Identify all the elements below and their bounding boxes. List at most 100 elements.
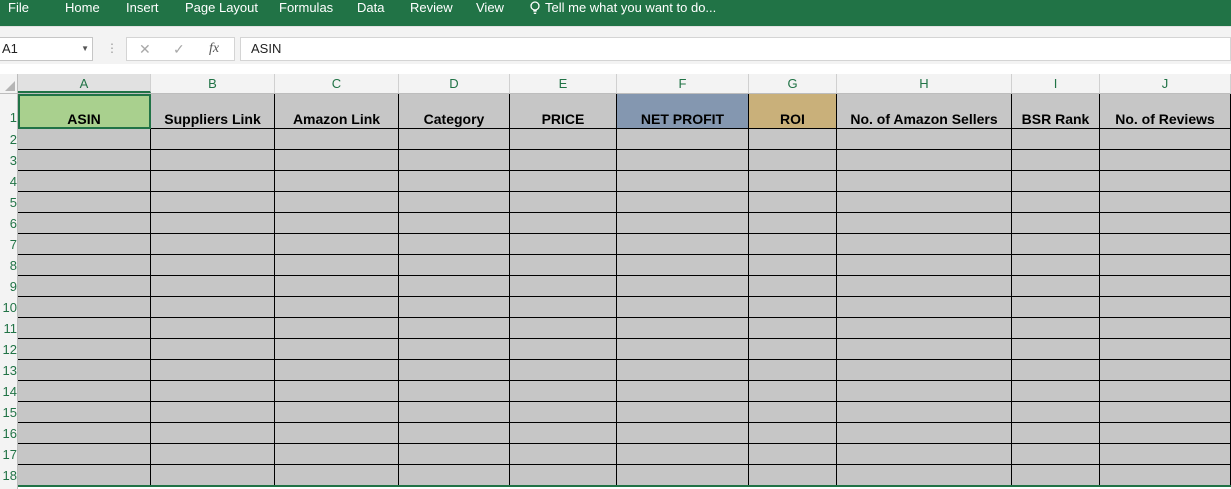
cell-d4[interactable]	[399, 171, 510, 192]
column-header-c[interactable]: C	[275, 74, 399, 93]
enter-icon[interactable]: ✓	[173, 41, 185, 58]
cell-c8[interactable]	[275, 255, 399, 276]
cell-a3[interactable]	[18, 150, 151, 171]
cell-f5[interactable]	[617, 192, 749, 213]
cell-a15[interactable]	[18, 402, 151, 423]
cell-b18[interactable]	[151, 465, 275, 486]
cell-d9[interactable]	[399, 276, 510, 297]
header-cell-c[interactable]: Amazon Link	[275, 94, 399, 129]
cell-c17[interactable]	[275, 444, 399, 465]
header-cell-j[interactable]: No. of Reviews	[1100, 94, 1231, 129]
row-header-13[interactable]: 13	[0, 360, 17, 381]
cell-f15[interactable]	[617, 402, 749, 423]
header-cell-e[interactable]: PRICE	[510, 94, 617, 129]
cell-c11[interactable]	[275, 318, 399, 339]
cell-d2[interactable]	[399, 129, 510, 150]
cell-j13[interactable]	[1100, 360, 1231, 381]
cell-b3[interactable]	[151, 150, 275, 171]
cell-f11[interactable]	[617, 318, 749, 339]
tab-file[interactable]: File	[8, 0, 29, 24]
insert-function-icon[interactable]: fx	[209, 41, 219, 57]
column-header-d[interactable]: D	[399, 74, 510, 93]
header-cell-d[interactable]: Category	[399, 94, 510, 129]
header-cell-h[interactable]: No. of Amazon Sellers	[837, 94, 1012, 129]
cell-e10[interactable]	[510, 297, 617, 318]
cell-d15[interactable]	[399, 402, 510, 423]
cell-b13[interactable]	[151, 360, 275, 381]
cell-d11[interactable]	[399, 318, 510, 339]
tab-formulas[interactable]: Formulas	[279, 0, 333, 24]
cell-a16[interactable]	[18, 423, 151, 444]
cell-a8[interactable]	[18, 255, 151, 276]
row-header-7[interactable]: 7	[0, 234, 17, 255]
row-header-17[interactable]: 17	[0, 444, 17, 465]
cell-g10[interactable]	[749, 297, 837, 318]
cell-g17[interactable]	[749, 444, 837, 465]
cell-g4[interactable]	[749, 171, 837, 192]
cell-g15[interactable]	[749, 402, 837, 423]
cell-b9[interactable]	[151, 276, 275, 297]
row-header-12[interactable]: 12	[0, 339, 17, 360]
column-header-j[interactable]: J	[1100, 74, 1231, 93]
cell-a5[interactable]	[18, 192, 151, 213]
cell-f4[interactable]	[617, 171, 749, 192]
row-header-10[interactable]: 10	[0, 297, 17, 318]
cell-b4[interactable]	[151, 171, 275, 192]
cell-f14[interactable]	[617, 381, 749, 402]
cancel-icon[interactable]: ✕	[139, 41, 151, 58]
cell-i9[interactable]	[1012, 276, 1100, 297]
cell-b17[interactable]	[151, 444, 275, 465]
cell-h7[interactable]	[837, 234, 1012, 255]
cell-h5[interactable]	[837, 192, 1012, 213]
cell-c9[interactable]	[275, 276, 399, 297]
cell-j11[interactable]	[1100, 318, 1231, 339]
cell-g11[interactable]	[749, 318, 837, 339]
cell-h11[interactable]	[837, 318, 1012, 339]
cell-e12[interactable]	[510, 339, 617, 360]
cell-c15[interactable]	[275, 402, 399, 423]
cell-c7[interactable]	[275, 234, 399, 255]
cell-g18[interactable]	[749, 465, 837, 486]
cell-h17[interactable]	[837, 444, 1012, 465]
row-header-14[interactable]: 14	[0, 381, 17, 402]
column-header-e[interactable]: E	[510, 74, 617, 93]
cell-e3[interactable]	[510, 150, 617, 171]
header-cell-f[interactable]: NET PROFIT	[617, 94, 749, 129]
cell-d6[interactable]	[399, 213, 510, 234]
cell-a7[interactable]	[18, 234, 151, 255]
cell-d3[interactable]	[399, 150, 510, 171]
more-options-icon[interactable]: ⋮	[106, 41, 118, 55]
cell-j14[interactable]	[1100, 381, 1231, 402]
cell-c14[interactable]	[275, 381, 399, 402]
cell-j16[interactable]	[1100, 423, 1231, 444]
cell-e5[interactable]	[510, 192, 617, 213]
cell-g6[interactable]	[749, 213, 837, 234]
row-header-3[interactable]: 3	[0, 150, 17, 171]
cell-i16[interactable]	[1012, 423, 1100, 444]
header-cell-g[interactable]: ROI	[749, 94, 837, 129]
cell-e8[interactable]	[510, 255, 617, 276]
cell-d10[interactable]	[399, 297, 510, 318]
cell-i6[interactable]	[1012, 213, 1100, 234]
select-all-button[interactable]	[0, 74, 18, 93]
cell-j17[interactable]	[1100, 444, 1231, 465]
cell-f18[interactable]	[617, 465, 749, 486]
row-header-2[interactable]: 2	[0, 129, 17, 150]
cell-h10[interactable]	[837, 297, 1012, 318]
cell-b6[interactable]	[151, 213, 275, 234]
cell-e15[interactable]	[510, 402, 617, 423]
cell-f13[interactable]	[617, 360, 749, 381]
cell-b8[interactable]	[151, 255, 275, 276]
cell-c13[interactable]	[275, 360, 399, 381]
name-box[interactable]: A1 ▼	[0, 37, 93, 61]
cell-b16[interactable]	[151, 423, 275, 444]
cell-e17[interactable]	[510, 444, 617, 465]
cell-b12[interactable]	[151, 339, 275, 360]
cell-f2[interactable]	[617, 129, 749, 150]
cell-b15[interactable]	[151, 402, 275, 423]
cell-e11[interactable]	[510, 318, 617, 339]
tab-review[interactable]: Review	[410, 0, 453, 24]
cell-a12[interactable]	[18, 339, 151, 360]
cell-f12[interactable]	[617, 339, 749, 360]
cell-e14[interactable]	[510, 381, 617, 402]
